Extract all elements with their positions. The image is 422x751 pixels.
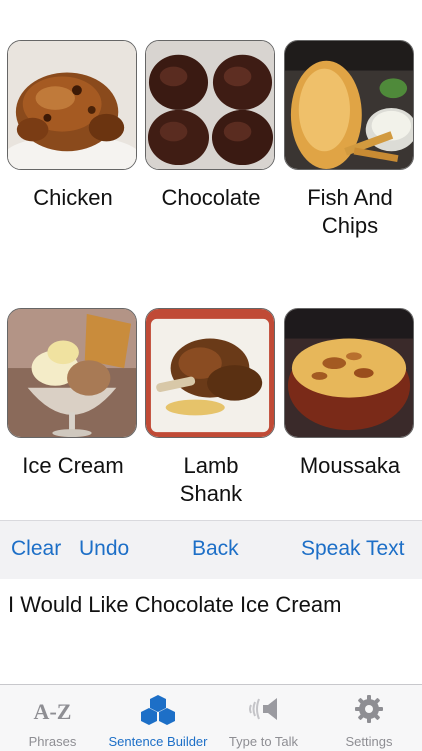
- food-tile-chicken[interactable]: Chicken: [7, 40, 139, 212]
- speaker-icon: [247, 695, 281, 728]
- roast-chicken-image[interactable]: [7, 40, 137, 170]
- tab-type-to-talk[interactable]: Type to Talk: [211, 685, 316, 751]
- food-grid: Chicken Chocolate Fish And Chips Ice Cre…: [0, 0, 422, 520]
- cubes-icon: [140, 695, 176, 730]
- sentence-text[interactable]: I Would Like Chocolate Ice Cream: [8, 592, 341, 618]
- undo-button[interactable]: Undo: [79, 537, 129, 561]
- tab-sentence-builder[interactable]: Sentence Builder: [105, 685, 211, 751]
- ice-cream-sundae-image[interactable]: [7, 308, 137, 438]
- gear-icon: [355, 695, 383, 728]
- food-label: Chicken: [33, 185, 113, 210]
- food-tile-fish-and-chips[interactable]: Fish And Chips: [284, 40, 416, 240]
- a-z-icon: A-Z: [33, 699, 72, 724]
- food-tile-lamb-shank[interactable]: Lamb Shank: [145, 308, 277, 508]
- moussaka-image[interactable]: [284, 308, 414, 438]
- tab-label: Sentence Builder: [108, 734, 208, 749]
- tab-phrases[interactable]: A-Z Phrases: [0, 685, 105, 751]
- food-label: Moussaka: [299, 453, 401, 478]
- speak-text-button[interactable]: Speak Text: [301, 537, 405, 561]
- food-label: Ice Cream: [22, 453, 124, 478]
- food-label: Lamb Shank: [179, 453, 243, 506]
- chocolate-truffles-image[interactable]: [145, 40, 275, 170]
- tab-bar: A-Z Phrases Sentence Builder Type to Tal…: [0, 684, 422, 751]
- sentence-toolbar: Clear Undo Back Speak Text: [0, 520, 422, 579]
- food-tile-chocolate[interactable]: Chocolate: [145, 40, 277, 212]
- lamb-shank-image[interactable]: [145, 308, 275, 438]
- food-label: Chocolate: [161, 185, 261, 210]
- food-tile-ice-cream[interactable]: Ice Cream: [7, 308, 139, 480]
- tab-settings[interactable]: Settings: [316, 685, 422, 751]
- tab-label: Phrases: [28, 734, 77, 749]
- tab-label: Type to Talk: [228, 734, 299, 749]
- food-label: Fish And Chips: [307, 185, 393, 238]
- tab-label: Settings: [345, 734, 393, 749]
- fish-and-chips-image[interactable]: [284, 40, 414, 170]
- back-button[interactable]: Back: [192, 537, 239, 561]
- clear-button[interactable]: Clear: [11, 537, 61, 561]
- food-tile-moussaka[interactable]: Moussaka: [284, 308, 416, 480]
